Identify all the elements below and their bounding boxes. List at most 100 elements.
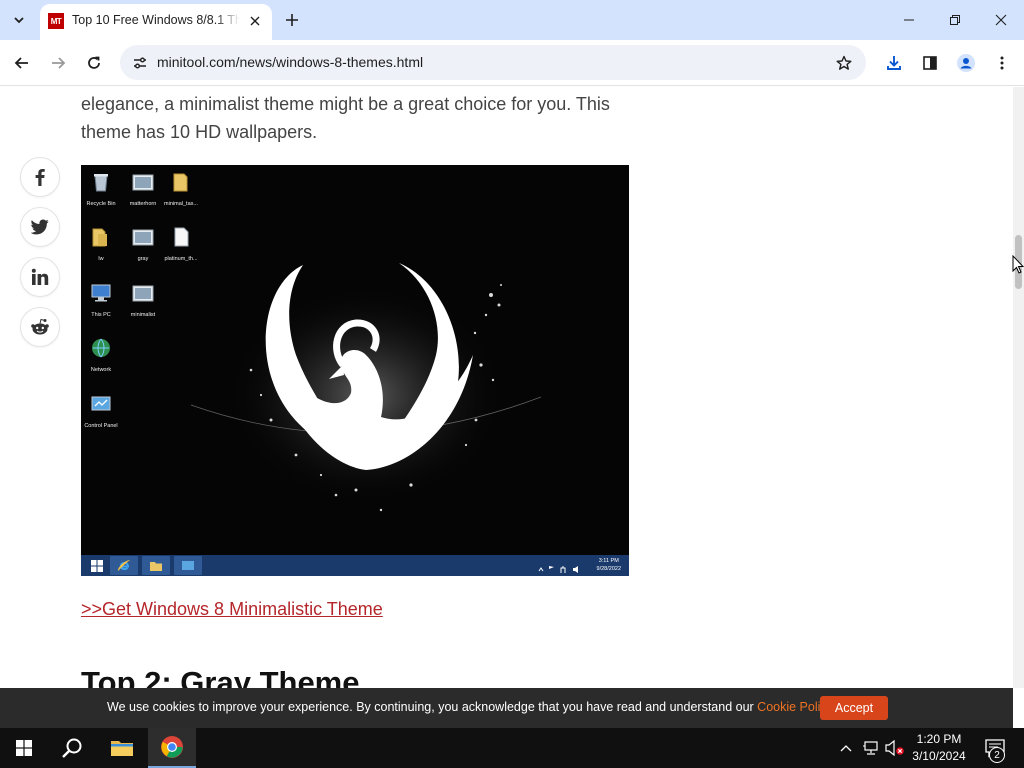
browser-toolbar: minitool.com/news/windows-8-themes.html xyxy=(0,40,1024,86)
profile-icon xyxy=(957,54,975,72)
share-twitter-button[interactable] xyxy=(20,207,60,247)
desktop-icon[interactable]: gray xyxy=(123,226,163,262)
linkedin-icon xyxy=(31,268,49,285)
desktop-icon[interactable]: lw xyxy=(81,226,121,262)
downloads-button[interactable] xyxy=(880,49,908,77)
this-pc-icon xyxy=(91,284,111,302)
facebook-icon xyxy=(35,169,45,186)
page-content: elegance, a minimalist theme might be a … xyxy=(0,87,1013,688)
arrow-right-icon xyxy=(52,57,66,69)
forward-button[interactable] xyxy=(44,49,72,77)
back-button[interactable] xyxy=(8,49,36,77)
volume-muted-icon xyxy=(885,740,904,756)
minimize-button[interactable] xyxy=(886,0,932,40)
close-icon xyxy=(250,16,260,26)
menu-button[interactable] xyxy=(988,49,1016,77)
restore-icon xyxy=(950,15,960,25)
win8-tray-icons xyxy=(537,561,587,573)
win8-explorer-icon xyxy=(142,556,170,575)
file-explorer-button[interactable] xyxy=(98,728,146,768)
side-panel-icon xyxy=(923,56,937,70)
tab-active[interactable]: MT Top 10 Free Windows 8/8.1 The xyxy=(40,4,272,40)
control-panel-icon xyxy=(91,396,111,411)
tune-icon xyxy=(133,57,146,68)
tab-search-button[interactable] xyxy=(6,7,32,33)
tab-title: Top 10 Free Windows 8/8.1 The xyxy=(72,13,240,27)
tab-strip: MT Top 10 Free Windows 8/8.1 The xyxy=(0,0,1024,40)
reload-button[interactable] xyxy=(80,49,108,77)
desktop-icon[interactable]: minimal_tas... xyxy=(161,171,201,207)
site-info-button[interactable] xyxy=(126,49,153,76)
plus-icon xyxy=(286,14,298,26)
search-button[interactable] xyxy=(48,728,96,768)
bookmark-button[interactable] xyxy=(830,49,858,77)
image-file-icon xyxy=(132,174,154,191)
folder-icon xyxy=(173,173,188,192)
win8-ie-icon xyxy=(110,556,138,575)
cookie-message: We use cookies to improve your experienc… xyxy=(107,700,835,714)
swan-wallpaper xyxy=(81,165,629,555)
recycle-bin-icon xyxy=(94,174,108,192)
side-panel-button[interactable] xyxy=(916,49,944,77)
accept-cookies-button[interactable]: Accept xyxy=(820,696,888,720)
vertical-scrollbar[interactable] xyxy=(1013,87,1024,688)
document-file-icon xyxy=(174,227,189,247)
close-icon xyxy=(995,14,1007,26)
desktop-icon[interactable]: Network xyxy=(81,337,121,373)
show-hidden-icons-button[interactable] xyxy=(836,728,856,768)
minimize-icon xyxy=(904,19,914,21)
mouse-cursor-icon xyxy=(1012,255,1024,274)
chrome-taskbar-button[interactable] xyxy=(148,728,196,768)
close-window-button[interactable] xyxy=(978,0,1024,40)
url-text[interactable]: minitool.com/news/windows-8-themes.html xyxy=(157,54,423,70)
win8-clock: 3:11 PM 9/28/2022 xyxy=(596,558,621,572)
screen: MT Top 10 Free Windows 8/8.1 The minitoo… xyxy=(0,0,1024,768)
win8-control-panel-icon xyxy=(174,556,202,575)
restore-button[interactable] xyxy=(932,0,978,40)
new-tab-button[interactable] xyxy=(280,8,304,32)
download-icon xyxy=(887,56,901,70)
tab-close-button[interactable] xyxy=(246,12,264,30)
network-icon xyxy=(863,741,878,755)
section-heading: Top 2: Gray Theme xyxy=(81,665,360,688)
start-button[interactable] xyxy=(0,728,48,768)
system-clock[interactable]: 1:20 PM 3/10/2024 xyxy=(904,731,974,765)
arrow-left-icon xyxy=(14,57,28,69)
win8-taskbar: 3:11 PM 9/28/2022 xyxy=(81,555,629,576)
desktop-icon[interactable]: Control Panel xyxy=(81,393,121,429)
minitool-favicon-icon: MT xyxy=(48,13,64,29)
desktop-icon[interactable]: This PC xyxy=(81,282,121,318)
desktop-icon[interactable]: minimalist xyxy=(123,282,163,318)
more-vert-icon xyxy=(1000,56,1004,70)
share-linkedin-button[interactable] xyxy=(20,257,60,297)
windows-taskbar: 1:20 PM 3/10/2024 2 xyxy=(0,728,1024,768)
article-paragraph: elegance, a minimalist theme might be a … xyxy=(81,94,610,142)
folder-icon xyxy=(92,228,107,247)
chrome-icon xyxy=(161,736,183,758)
twitter-icon xyxy=(31,219,49,235)
share-facebook-button[interactable] xyxy=(20,157,60,197)
desktop-icon[interactable]: matterhorn xyxy=(123,171,163,207)
share-reddit-button[interactable] xyxy=(20,307,60,347)
profile-button[interactable] xyxy=(952,49,980,77)
search-icon xyxy=(62,738,82,758)
desktop-icon[interactable]: platinum_th... xyxy=(161,226,201,262)
cookie-banner: We use cookies to improve your experienc… xyxy=(0,688,1013,728)
network-tray-button[interactable] xyxy=(860,728,882,768)
chevron-down-icon xyxy=(14,17,24,24)
reload-icon xyxy=(88,56,100,69)
image-file-icon xyxy=(132,285,154,302)
image-file-icon xyxy=(132,229,154,246)
article-image-windows8-desktop: Recycle Bin matterhorn minimal_tas... lw… xyxy=(81,165,629,576)
chevron-up-icon xyxy=(840,745,852,752)
notification-count-badge: 2 xyxy=(989,747,1005,763)
network-icon xyxy=(92,338,110,358)
desktop-icon[interactable]: Recycle Bin xyxy=(81,171,121,207)
get-theme-link[interactable]: >>Get Windows 8 Minimalistic Theme xyxy=(81,599,383,620)
reddit-icon xyxy=(31,318,49,335)
star-icon xyxy=(836,55,852,70)
windows-logo-icon xyxy=(16,740,32,756)
address-bar[interactable]: minitool.com/news/windows-8-themes.html xyxy=(120,45,866,80)
volume-tray-button[interactable] xyxy=(884,728,906,768)
folder-icon xyxy=(111,741,133,756)
